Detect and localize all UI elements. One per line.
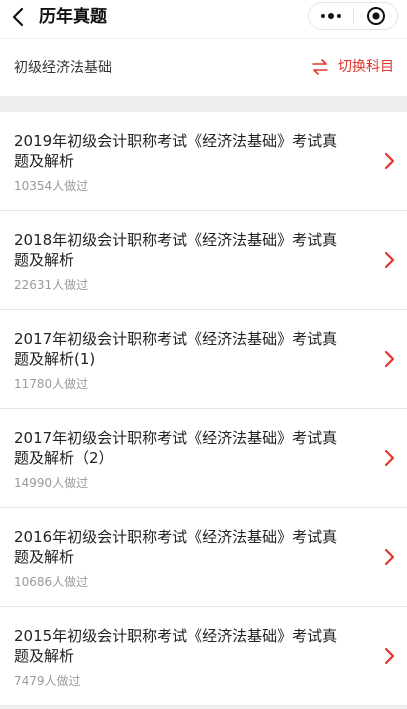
- exam-attempt-count: 22631人做过: [14, 278, 89, 292]
- exam-title: 2019年初级会计职称考试《经济法基础》考试真题及解析: [14, 132, 338, 170]
- exam-list: 2019年初级会计职称考试《经济法基础》考试真题及解析 10354人做过 201…: [0, 112, 407, 706]
- list-item[interactable]: 2018年初级会计职称考试《经济法基础》考试真题及解析 22631人做过: [0, 211, 407, 310]
- chevron-right-icon: [382, 647, 396, 665]
- chevron-left-icon: [12, 7, 24, 27]
- close-button[interactable]: [354, 3, 398, 29]
- exam-title: 2018年初级会计职称考试《经济法基础》考试真题及解析: [14, 231, 338, 269]
- chevron-right-icon: [382, 449, 396, 467]
- list-item[interactable]: 2017年初级会计职称考试《经济法基础》考试真题及解析（2） 14990人做过: [0, 409, 407, 508]
- record-circle-icon: [367, 7, 385, 25]
- exam-title: 2016年初级会计职称考试《经济法基础》考试真题及解析: [14, 528, 338, 566]
- chevron-right-icon: [382, 350, 396, 368]
- switch-subject-label: 切换科目: [338, 59, 394, 75]
- more-dots-icon: [321, 13, 341, 19]
- exam-attempt-count: 14990人做过: [14, 476, 89, 490]
- chevron-right-icon: [382, 251, 396, 269]
- list-item[interactable]: 2017年初级会计职称考试《经济法基础》考试真题及解析(1) 11780人做过: [0, 310, 407, 409]
- page-title: 历年真题: [39, 7, 107, 27]
- exam-attempt-count: 11780人做过: [14, 377, 89, 391]
- subject-bar: 初级经济法基础 切换科目: [0, 38, 407, 97]
- more-button[interactable]: [309, 3, 353, 29]
- exam-attempt-count: 10354人做过: [14, 179, 89, 193]
- nav-bar: 历年真题: [0, 0, 407, 36]
- exam-attempt-count: 7479人做过: [14, 674, 81, 688]
- exam-title: 2017年初级会计职称考试《经济法基础》考试真题及解析（2）: [14, 429, 338, 467]
- swap-arrows-icon: [310, 57, 330, 77]
- current-subject: 初级经济法基础: [14, 60, 112, 76]
- list-item[interactable]: 2015年初级会计职称考试《经济法基础》考试真题及解析 7479人做过: [0, 607, 407, 706]
- exam-title: 2015年初级会计职称考试《经济法基础》考试真题及解析: [14, 627, 338, 665]
- list-item[interactable]: 2019年初级会计职称考试《经济法基础》考试真题及解析 10354人做过: [0, 112, 407, 211]
- chevron-right-icon: [382, 152, 396, 170]
- back-button[interactable]: [6, 5, 30, 29]
- chevron-right-icon: [382, 548, 396, 566]
- exam-title: 2017年初级会计职称考试《经济法基础》考试真题及解析(1): [14, 330, 338, 368]
- section-divider: [0, 96, 407, 112]
- exam-attempt-count: 10686人做过: [14, 575, 89, 589]
- switch-subject-button[interactable]: 切换科目: [310, 55, 394, 79]
- list-item[interactable]: 2016年初级会计职称考试《经济法基础》考试真题及解析 10686人做过: [0, 508, 407, 607]
- mini-program-capsule: [308, 2, 398, 30]
